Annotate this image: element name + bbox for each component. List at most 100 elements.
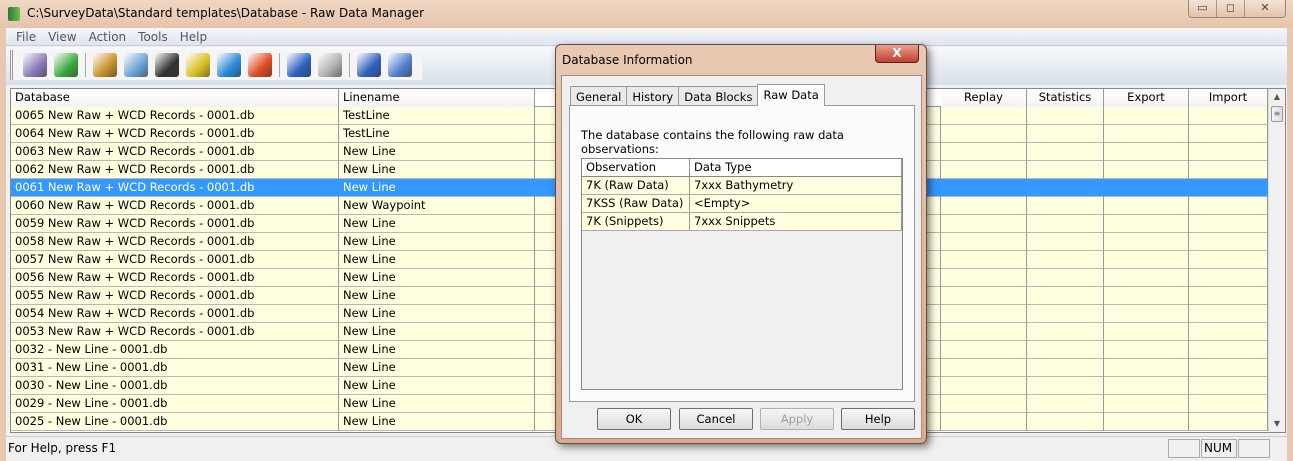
grid-cell <box>1189 359 1268 377</box>
database-info-icon[interactable] <box>287 53 311 77</box>
database-information-dialog: Database Information X General History Dat… <box>555 44 927 444</box>
grid-cell <box>1189 341 1268 359</box>
status-panel-num: NUM <box>1201 439 1237 458</box>
grid-cell <box>1104 233 1189 251</box>
grid-cell <box>941 233 1027 251</box>
database-search-icon[interactable] <box>124 53 148 77</box>
status-panel-caps <box>1168 439 1200 458</box>
linename-cell: TestLine <box>339 125 535 143</box>
dialog-close-button[interactable]: X <box>875 45 919 63</box>
observation-cell: 7xxx Snippets <box>690 213 902 230</box>
help-pointer-icon[interactable] <box>388 53 412 77</box>
waterfall-icon[interactable] <box>155 53 179 77</box>
status-panel-scroll <box>1238 439 1270 458</box>
grid-cell <box>1104 395 1189 413</box>
tab-data-blocks[interactable]: Data Blocks <box>678 86 759 106</box>
grid-cell <box>1104 215 1189 233</box>
column-header-import[interactable]: Import <box>1189 89 1268 107</box>
checklist-icon[interactable] <box>357 53 381 77</box>
ok-button[interactable]: OK <box>597 408 671 430</box>
database-cell: 0065 New Raw + WCD Records - 0001.db <box>11 107 339 125</box>
dialog-body: General History Data Blocks Raw Data The da… <box>561 75 922 439</box>
grid-cell <box>1104 413 1189 431</box>
list-item[interactable]: 7K (Snippets) 7xxx Snippets <box>582 213 902 231</box>
database-cell: 0025 - New Line - 0001.db <box>11 413 339 431</box>
database-cell: 0060 New Raw + WCD Records - 0001.db <box>11 197 339 215</box>
column-header-linename[interactable]: Linename <box>339 89 535 107</box>
scroll-up-icon[interactable]: ▲ <box>1269 89 1285 105</box>
database-cell: 0055 New Raw + WCD Records - 0001.db <box>11 287 339 305</box>
grid-cell <box>941 287 1027 305</box>
column-header-database[interactable]: Database <box>11 89 339 107</box>
maximize-button[interactable]: ◻ <box>1217 0 1245 17</box>
grid-cell <box>1189 251 1268 269</box>
column-header-statistics[interactable]: Statistics <box>1027 89 1104 107</box>
database-cell: 0063 New Raw + WCD Records - 0001.db <box>11 143 339 161</box>
observation-cell: <Empty> <box>690 195 902 212</box>
close-button[interactable]: ✕ <box>1245 0 1285 17</box>
menu-file[interactable]: File <box>10 28 42 45</box>
minimize-button[interactable]: ▭ <box>1189 0 1217 17</box>
app-icon <box>8 7 20 21</box>
export-icon[interactable] <box>248 53 272 77</box>
linename-cell: New Line <box>339 359 535 377</box>
database-edit-icon[interactable] <box>23 53 47 77</box>
grid-cell <box>1104 323 1189 341</box>
linename-cell: New Line <box>339 215 535 233</box>
column-header-export[interactable]: Export <box>1104 89 1189 107</box>
database-cell: 0061 New Raw + WCD Records - 0001.db <box>11 179 339 197</box>
grid-cell <box>1189 233 1268 251</box>
user-icon[interactable] <box>93 53 117 77</box>
database-cell: 0030 - New Line - 0001.db <box>11 377 339 395</box>
vertical-scrollbar[interactable]: ▲ ≡ ▼ <box>1268 89 1285 432</box>
tab-raw-data[interactable]: Raw Data <box>757 84 825 106</box>
grid-cell <box>941 305 1027 323</box>
toolbar-separator <box>349 53 350 77</box>
grid-cell <box>1027 341 1104 359</box>
tab-general[interactable]: General <box>570 86 628 106</box>
list-item[interactable]: 7K (Raw Data) 7xxx Bathymetry <box>582 177 902 195</box>
menu-tools[interactable]: Tools <box>132 28 174 45</box>
grid-cell <box>1027 125 1104 143</box>
scroll-thumb[interactable]: ≡ <box>1271 106 1283 122</box>
grid-cell <box>941 377 1027 395</box>
menu-help[interactable]: Help <box>174 28 213 45</box>
grid-cell <box>941 359 1027 377</box>
menu-action[interactable]: Action <box>83 28 133 45</box>
grid-cell <box>1189 143 1268 161</box>
database-cell: 0032 - New Line - 0001.db <box>11 341 339 359</box>
window-title: C:\SurveyData\Standard templates\Databas… <box>27 6 425 20</box>
column-header-replay[interactable]: Replay <box>941 89 1027 107</box>
database-cell: 0064 New Raw + WCD Records - 0001.db <box>11 125 339 143</box>
database-cell: 0031 - New Line - 0001.db <box>11 359 339 377</box>
cancel-button[interactable]: Cancel <box>679 408 753 430</box>
dialog-title: Database Information <box>562 53 693 67</box>
linename-cell: New Line <box>339 305 535 323</box>
observation-cell: 7KSS (Raw Data) <box>582 195 690 212</box>
observation-cell: 7K (Raw Data) <box>582 177 690 194</box>
observation-cell: 7K (Snippets) <box>582 213 690 230</box>
grid-cell <box>1027 107 1104 125</box>
bar-chart-icon[interactable] <box>217 53 241 77</box>
list-item[interactable]: 7KSS (Raw Data) <Empty> <box>582 195 902 213</box>
scroll-down-icon[interactable]: ▼ <box>1269 416 1285 432</box>
grid-cell <box>1189 269 1268 287</box>
printer-icon[interactable] <box>318 53 342 77</box>
column-header: Data Type <box>690 159 902 176</box>
database-play-icon[interactable] <box>54 53 78 77</box>
grid-cell <box>1189 161 1268 179</box>
grid-cell <box>1189 323 1268 341</box>
help-button[interactable]: Help <box>841 408 915 430</box>
apply-button[interactable]: Apply <box>760 408 834 430</box>
database-cell: 0062 New Raw + WCD Records - 0001.db <box>11 161 339 179</box>
grid-cell <box>1027 233 1104 251</box>
grid-cell <box>1104 125 1189 143</box>
tab-history[interactable]: History <box>626 86 680 106</box>
linename-cell: New Line <box>339 287 535 305</box>
fish-icon[interactable] <box>186 53 210 77</box>
grid-cell <box>941 161 1027 179</box>
grid-cell <box>1189 305 1268 323</box>
linename-cell: New Line <box>339 341 535 359</box>
menu-view[interactable]: View <box>42 28 82 45</box>
grid-cell <box>1104 143 1189 161</box>
